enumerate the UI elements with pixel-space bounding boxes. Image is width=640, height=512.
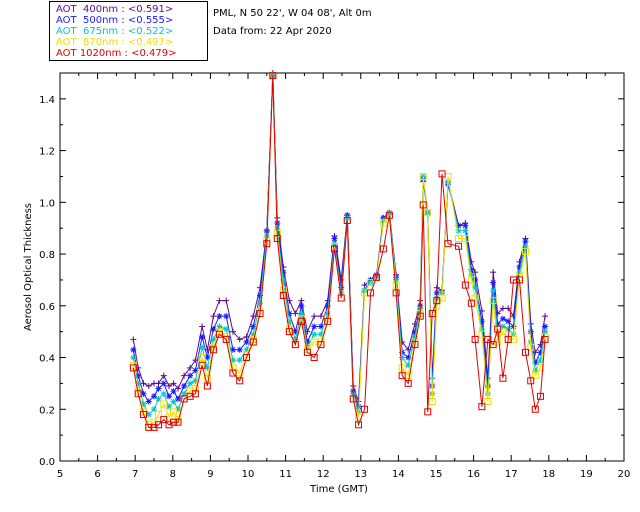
x-tick-label: 19 — [580, 469, 593, 480]
y-tick-label: 1.4 — [39, 95, 55, 106]
x-tick-label: 6 — [94, 469, 100, 480]
data-point — [145, 382, 152, 389]
data-point — [199, 344, 206, 351]
x-tick-label: 10 — [242, 469, 255, 480]
site-info: PML, N 50 22', W 04 08', Alt 0m — [213, 8, 372, 19]
data-point — [223, 313, 230, 320]
aot-chart: 0.0 0.2 0.4 0.6 0.8 1.0 1.2 1.4 5 6 7 8 9 10 11 12 13 14… — [23, 70, 631, 495]
legend-entry-500nm: AOT 500nm : <0.555> — [56, 15, 174, 26]
data-point — [236, 346, 243, 353]
data-point — [490, 269, 497, 276]
data-point — [145, 398, 152, 405]
series-line — [132, 75, 546, 428]
x-axis-label: Time (GMT) — [309, 484, 368, 495]
data-point — [462, 222, 469, 229]
data-series — [129, 70, 549, 431]
data-point — [331, 235, 338, 242]
x-axis: 5 6 7 8 9 10 11 12 13 14 15 16 17 18 19 20 — [57, 73, 631, 480]
data-point — [160, 380, 167, 387]
data-point — [298, 297, 305, 304]
data-point — [292, 310, 299, 317]
x-tick-label: 16 — [467, 469, 480, 480]
data-point — [317, 313, 324, 320]
data-point — [216, 297, 223, 304]
data-point — [210, 313, 217, 320]
data-point — [311, 323, 318, 330]
x-tick-label: 18 — [542, 469, 555, 480]
y-tick-label: 0.6 — [39, 302, 55, 313]
x-tick-label: 12 — [317, 469, 330, 480]
data-point — [311, 313, 318, 320]
data-point — [537, 357, 544, 364]
data-point — [216, 313, 223, 320]
x-tick-label: 7 — [132, 469, 138, 480]
y-tick-label: 0.8 — [39, 250, 55, 261]
x-tick-label: 17 — [505, 469, 518, 480]
x-tick-label: 20 — [618, 469, 631, 480]
data-point — [510, 323, 517, 330]
data-point — [166, 393, 173, 400]
legend-entry-675nm: AOT 675nm : <0.522> — [56, 26, 174, 37]
data-point — [170, 398, 177, 405]
data-point — [223, 297, 230, 304]
series-3 — [129, 72, 549, 429]
data-point — [223, 326, 230, 333]
data-point — [522, 238, 529, 245]
legend-entry-1020nm: AOT 1020nm : <0.479> — [56, 48, 177, 59]
y-tick-label: 0.2 — [39, 405, 55, 416]
data-point — [199, 323, 206, 330]
y-tick-label: 0.0 — [39, 457, 55, 468]
x-tick-label: 15 — [430, 469, 443, 480]
y-axis-label: Aerosol Optical Thickness — [23, 203, 34, 331]
data-point — [160, 372, 167, 379]
data-point — [130, 336, 137, 343]
y-tick-label: 0.4 — [39, 354, 55, 365]
data-point — [311, 331, 318, 338]
data-point — [181, 382, 188, 389]
data-point — [462, 227, 469, 234]
data-point — [187, 372, 194, 379]
data-point — [155, 385, 162, 392]
data-point — [236, 357, 243, 364]
data-point — [210, 326, 217, 333]
x-tick-label: 8 — [170, 469, 176, 480]
data-point — [542, 313, 549, 320]
y-tick-label: 1.2 — [39, 147, 55, 158]
legend-entry-870nm: AOT 870nm : <0.497> — [56, 37, 174, 48]
data-point — [298, 302, 305, 309]
series-line — [132, 75, 546, 416]
legend-entry-400nm: AOT 400nm : <0.591> — [56, 4, 174, 15]
data-point — [499, 315, 506, 322]
series-1 — [130, 72, 549, 410]
data-point — [399, 354, 406, 361]
data-point — [160, 390, 167, 397]
x-tick-label: 11 — [279, 469, 292, 480]
data-point — [542, 323, 549, 330]
data-point — [257, 300, 264, 307]
data-date: Data from: 22 Apr 2020 — [213, 26, 332, 37]
data-point — [199, 333, 206, 340]
data-point — [490, 279, 497, 286]
data-point — [490, 287, 497, 294]
data-point — [130, 346, 137, 353]
data-point — [170, 388, 177, 395]
x-tick-label: 14 — [392, 469, 405, 480]
data-point — [155, 380, 162, 387]
x-tick-label: 13 — [354, 469, 367, 480]
y-tick-label: 1.0 — [39, 198, 55, 209]
series-line — [132, 75, 546, 407]
x-tick-label: 9 — [207, 469, 213, 480]
data-point — [130, 354, 137, 361]
legend: AOT 400nm : <0.591> AOT 500nm : <0.555> … — [49, 1, 208, 61]
x-tick-label: 5 — [57, 469, 63, 480]
